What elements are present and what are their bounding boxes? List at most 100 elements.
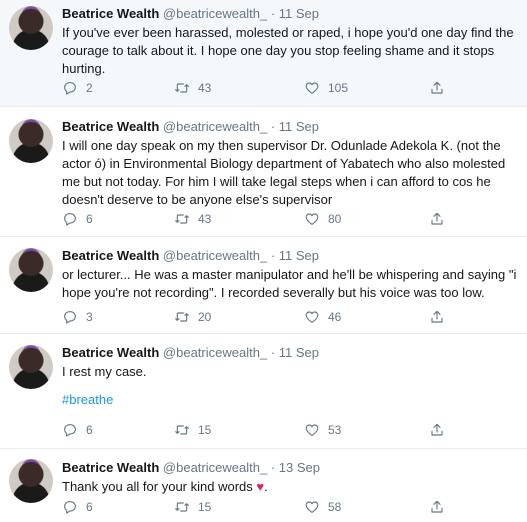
retweet-button[interactable]: 43 (174, 78, 211, 98)
retweet-button[interactable]: 15 (174, 497, 211, 517)
like-button[interactable]: 53 (304, 420, 341, 440)
user-handle[interactable]: @beatricewealth_ (163, 6, 267, 21)
tweet-text: I will one day speak on my then supervis… (62, 138, 506, 207)
like-button[interactable]: 58 (304, 497, 341, 517)
tweet-actions: 6 43 80 (62, 209, 502, 229)
tweet-content: Beatrice Wealth @beatricewealth_ · 11 Se… (62, 247, 517, 302)
retweet-button[interactable]: 20 (174, 307, 211, 327)
tweet-text-suffix: . (264, 479, 268, 494)
tweet-date[interactable]: 11 Sep (279, 248, 319, 263)
tweet-actions: 6 15 53 (62, 420, 502, 440)
display-name[interactable]: Beatrice Wealth (62, 6, 159, 21)
avatar[interactable] (9, 345, 53, 389)
tweet[interactable]: Beatrice Wealth @beatricewealth_ · 11 Se… (0, 334, 527, 449)
user-handle[interactable]: @beatricewealth_ (163, 119, 267, 134)
tweet-actions: 6 15 58 (62, 497, 502, 517)
tweet-text: I rest my case. (62, 364, 147, 379)
share-button[interactable] (429, 307, 445, 327)
user-handle[interactable]: @beatricewealth_ (163, 345, 267, 360)
retweet-count: 43 (198, 81, 212, 95)
heart-icon (305, 82, 319, 94)
user-handle[interactable]: @beatricewealth_ (163, 460, 267, 475)
avatar[interactable] (9, 6, 53, 50)
tweet-text-line: Thank you all for your kind words ♥. (62, 478, 517, 496)
tweet-date[interactable]: 11 Sep (279, 345, 319, 360)
tweet-header: Beatrice Wealth @beatricewealth_ · 11 Se… (62, 344, 517, 362)
share-button[interactable] (429, 209, 445, 229)
separator-dot: · (270, 119, 276, 134)
reply-icon (64, 213, 76, 226)
tweet-date[interactable]: 11 Sep (279, 6, 319, 21)
user-handle[interactable]: @beatricewealth_ (163, 248, 267, 263)
tweet-header: Beatrice Wealth @beatricewealth_ · 11 Se… (62, 118, 517, 136)
separator-dot: · (270, 6, 276, 21)
reply-icon (64, 82, 76, 95)
tweet-text: or lecturer... He was a master manipulat… (62, 267, 517, 300)
tweet-content: Beatrice Wealth @beatricewealth_ · 11 Se… (62, 344, 517, 409)
like-button[interactable]: 46 (304, 307, 341, 327)
heart-icon (305, 213, 319, 225)
heart-icon (305, 424, 319, 436)
hashtag-link[interactable]: #breathe (62, 391, 517, 409)
tweet-thread: Beatrice Wealth @beatricewealth_ · 11 Se… (0, 0, 527, 522)
tweet-content: Beatrice Wealth @beatricewealth_ · 13 Se… (62, 459, 517, 496)
tweet[interactable]: Beatrice Wealth @beatricewealth_ · 11 Se… (0, 107, 527, 237)
share-button[interactable] (429, 497, 445, 517)
tweet[interactable]: Beatrice Wealth @beatricewealth_ · 11 Se… (0, 0, 527, 107)
share-icon (431, 212, 443, 225)
reply-count: 6 (86, 500, 93, 514)
reply-button[interactable]: 2 (62, 78, 93, 98)
tweet-actions: 3 20 46 (62, 307, 502, 327)
avatar[interactable] (9, 459, 53, 503)
tweet[interactable]: Beatrice Wealth @beatricewealth_ · 13 Se… (0, 449, 527, 522)
retweet-button[interactable]: 15 (174, 420, 211, 440)
tweet-header: Beatrice Wealth @beatricewealth_ · 11 Se… (62, 5, 517, 23)
reply-icon (64, 311, 76, 324)
display-name[interactable]: Beatrice Wealth (62, 119, 159, 134)
reply-count: 3 (86, 310, 93, 324)
share-button[interactable] (429, 420, 445, 440)
tweet-actions: 2 43 105 (62, 78, 502, 98)
heart-icon (305, 501, 319, 513)
share-icon (431, 500, 443, 513)
avatar[interactable] (9, 248, 53, 292)
retweet-button[interactable]: 43 (174, 209, 211, 229)
share-icon (431, 423, 443, 436)
display-name[interactable]: Beatrice Wealth (62, 248, 159, 263)
retweet-count: 20 (198, 310, 212, 324)
display-name[interactable]: Beatrice Wealth (62, 460, 159, 475)
tweet-date[interactable]: 13 Sep (279, 460, 320, 475)
like-count: 105 (328, 81, 349, 95)
tweet-date[interactable]: 11 Sep (279, 119, 319, 134)
reply-icon (64, 424, 76, 437)
like-button[interactable]: 80 (304, 209, 341, 229)
reply-count: 6 (86, 212, 93, 226)
reply-button[interactable]: 3 (62, 307, 93, 327)
like-count: 53 (328, 423, 342, 437)
tweet-header: Beatrice Wealth @beatricewealth_ · 13 Se… (62, 459, 517, 477)
retweet-icon (175, 425, 189, 435)
retweet-icon (175, 83, 189, 93)
retweet-count: 15 (198, 423, 212, 437)
tweet-content: Beatrice Wealth @beatricewealth_ · 11 Se… (62, 5, 517, 78)
reply-button[interactable]: 6 (62, 209, 93, 229)
share-button[interactable] (429, 78, 445, 98)
like-button[interactable]: 105 (304, 78, 348, 98)
heart-icon (305, 311, 319, 323)
tweet-header: Beatrice Wealth @beatricewealth_ · 11 Se… (62, 247, 517, 265)
avatar[interactable] (9, 119, 53, 163)
retweet-count: 43 (198, 212, 212, 226)
retweet-icon (175, 214, 189, 224)
separator-dot: · (270, 460, 276, 475)
display-name[interactable]: Beatrice Wealth (62, 345, 159, 360)
share-icon (431, 81, 443, 94)
reply-button[interactable]: 6 (62, 420, 93, 440)
reply-count: 6 (86, 423, 93, 437)
retweet-icon (175, 502, 189, 512)
reply-button[interactable]: 6 (62, 497, 93, 517)
tweet[interactable]: Beatrice Wealth @beatricewealth_ · 11 Se… (0, 237, 527, 334)
retweet-icon (175, 312, 189, 322)
like-count: 46 (328, 310, 342, 324)
retweet-count: 15 (198, 500, 212, 514)
separator-dot: · (270, 345, 276, 360)
